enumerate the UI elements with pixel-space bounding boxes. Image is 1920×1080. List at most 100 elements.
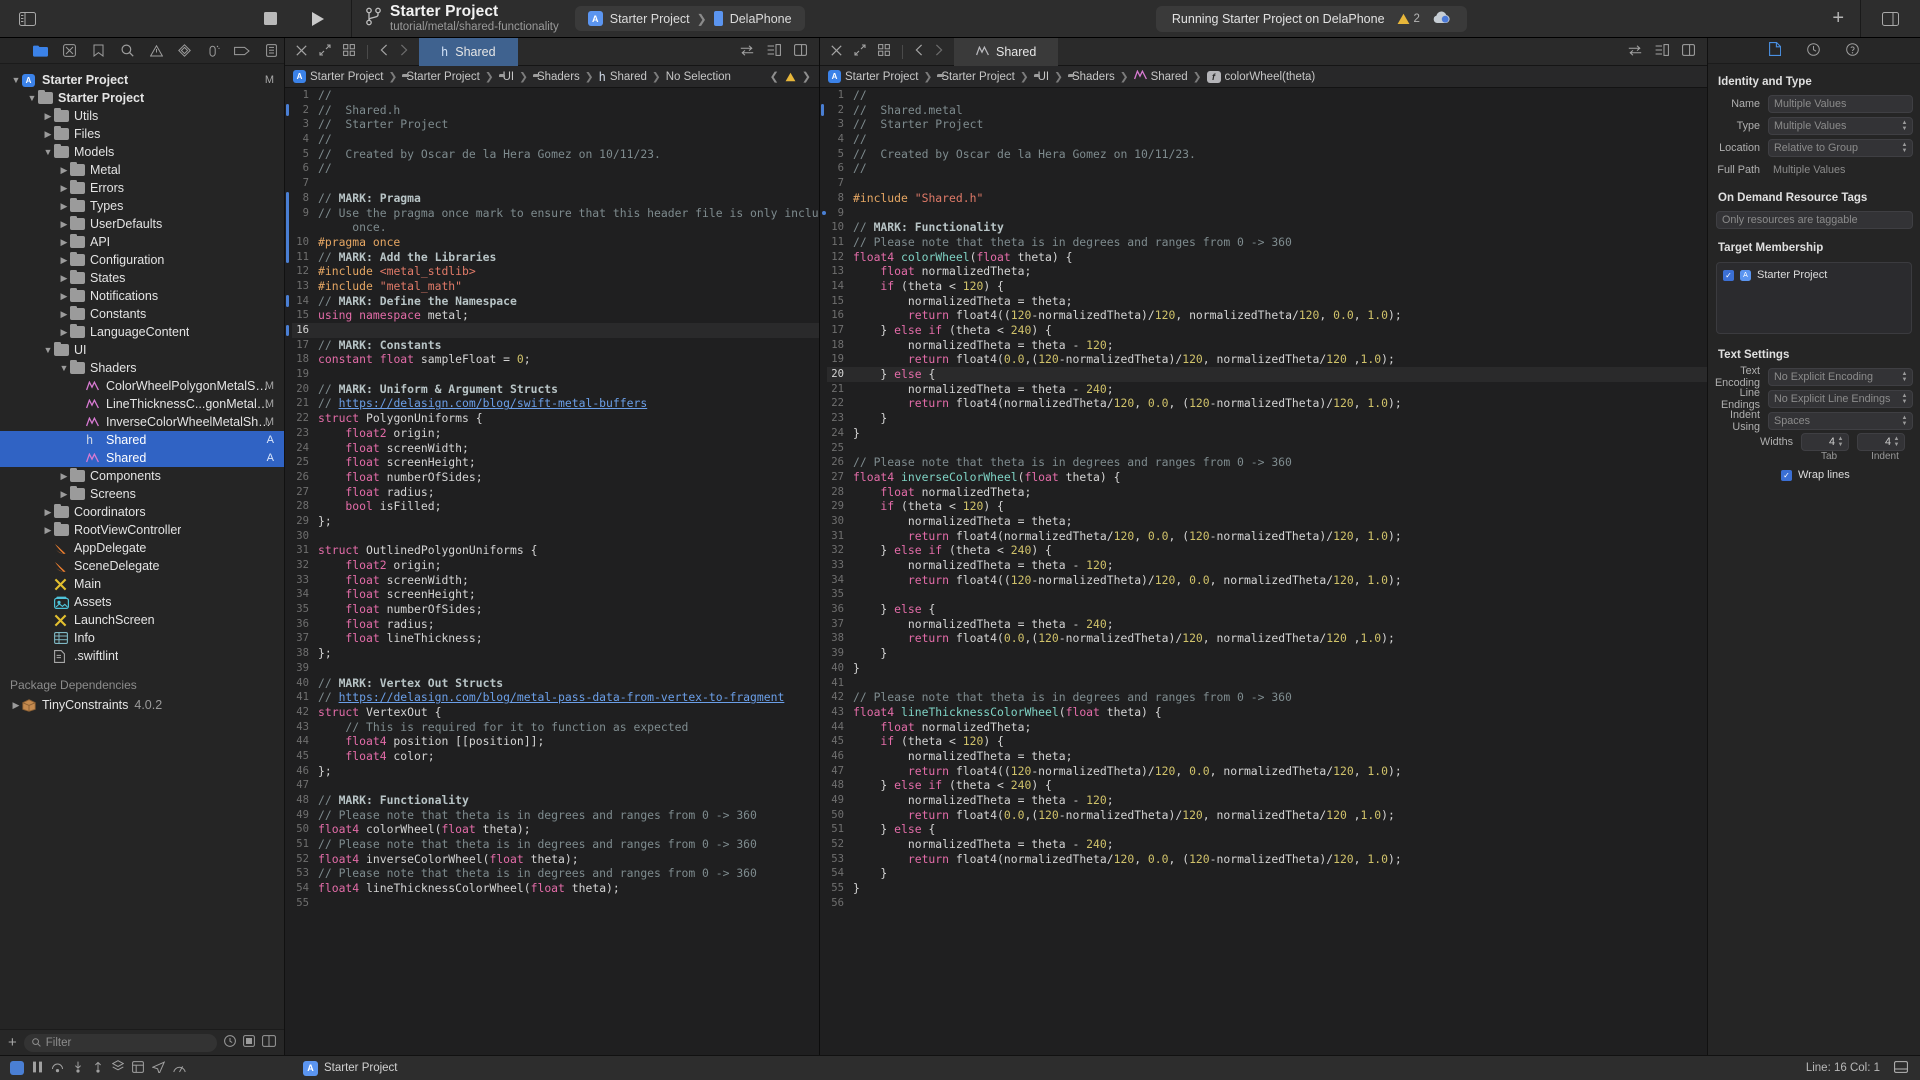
code-line[interactable]: 56	[827, 896, 1707, 911]
warning-indicator[interactable]: 2	[1397, 13, 1420, 25]
tab-width-stepper[interactable]: 4 ▲ ▼	[1801, 433, 1849, 451]
back-button[interactable]	[380, 44, 388, 59]
code-line[interactable]: 10 #pragma once	[292, 235, 819, 250]
inspector-field-location[interactable]: Location Relative to Group ▲ ▼	[1708, 138, 1920, 157]
breadcrumb-item[interactable]: Starter Project	[937, 71, 1015, 83]
code-line[interactable]: 16	[292, 323, 819, 338]
code-line[interactable]: 3 // Starter Project	[827, 117, 1707, 132]
code-line[interactable]: 53 return float4(normalizedTheta/120, 0.…	[827, 852, 1707, 867]
code-line[interactable]: 26 // Please note that theta is in degree…	[827, 455, 1707, 470]
code-line[interactable]: 2 // Shared.h	[292, 103, 819, 118]
code-line[interactable]: 7	[292, 176, 819, 191]
indent-stepper-arrows[interactable]: ▲ ▼	[1891, 435, 1902, 449]
navigator-tab-issues[interactable]	[143, 40, 169, 61]
nav-row-metal[interactable]: ▶ Metal	[0, 161, 284, 179]
breadcrumb-item[interactable]: A Starter Project	[293, 70, 384, 83]
nav-row-colorwheelpolygonmetalshader[interactable]: ColorWheelPolygonMetalShader M	[0, 377, 284, 395]
nav-row-ui[interactable]: ▼ UI	[0, 341, 284, 359]
memory-graph-icon[interactable]	[132, 1060, 144, 1076]
disclosure-closed-icon[interactable]: ▶	[58, 309, 70, 320]
breadcrumb-item[interactable]: Shaders	[533, 71, 580, 83]
disclosure-closed-icon[interactable]: ▶	[58, 327, 70, 338]
nav-row-tinyconstraints[interactable]: ▶ TinyConstraints 4.0.2	[0, 696, 284, 714]
tab-stepper-arrows[interactable]: ▲ ▼	[1835, 435, 1846, 449]
breadcrumb-item[interactable]: UI	[1034, 71, 1050, 83]
code-line[interactable]: 20 } else {	[827, 367, 1707, 382]
code-line[interactable]: 11 // Please note that theta is in degree…	[827, 235, 1707, 250]
nav-row-userdefaults[interactable]: ▶ UserDefaults	[0, 215, 284, 233]
code-line[interactable]: 9	[827, 206, 1707, 221]
code-line[interactable]: 51 // Please note that theta is in degree…	[292, 837, 819, 852]
code-line[interactable]: 11 // MARK: Add the Libraries	[292, 250, 819, 265]
code-line[interactable]: 8 // MARK: Pragma	[292, 191, 819, 206]
code-line[interactable]: 30 normalizedTheta = theta;	[827, 514, 1707, 529]
stop-button[interactable]	[257, 6, 283, 32]
expand-editor-icon[interactable]	[319, 44, 331, 59]
minimap-icon-right[interactable]	[1655, 44, 1669, 59]
code-line[interactable]: 32 float2 origin;	[292, 558, 819, 573]
disclosure-closed-icon[interactable]: ▶	[42, 111, 54, 122]
code-line[interactable]: 7	[827, 176, 1707, 191]
nav-row-inversecolorwheelmetalshader[interactable]: InverseColorWheelMetalShader M	[0, 413, 284, 431]
disclosure-open-icon[interactable]: ▼	[42, 345, 54, 355]
code-line[interactable]: 24 float screenWidth;	[292, 441, 819, 456]
navigator-tab-bookmarks[interactable]	[86, 40, 112, 61]
disclosure-closed-icon[interactable]: ▶	[58, 219, 70, 230]
code-line[interactable]: 50 float4 colorWheel(float theta);	[292, 822, 819, 837]
disclosure-open-icon[interactable]: ▼	[26, 93, 38, 103]
disclosure-closed-icon[interactable]: ▶	[58, 291, 70, 302]
editor-left-tab[interactable]: h Shared	[419, 37, 518, 66]
inspector-tab-history[interactable]	[1807, 42, 1820, 59]
inspector-field-type[interactable]: Type Multiple Values ▲ ▼	[1708, 116, 1920, 135]
code-line[interactable]: 18 constant float sampleFloat = 0;	[292, 352, 819, 367]
gauges-icon[interactable]	[173, 1061, 186, 1076]
debug-console-toggle-icon[interactable]	[1894, 1060, 1908, 1076]
code-line[interactable]: 38 return float4(0.0,(120-normalizedThet…	[827, 631, 1707, 646]
code-line[interactable]: 14 // MARK: Define the Namespace	[292, 294, 819, 309]
code-line[interactable]: 17 // MARK: Constants	[292, 338, 819, 353]
code-line[interactable]: 23 }	[827, 411, 1707, 426]
disclosure-closed-icon[interactable]: ▶	[58, 183, 70, 194]
code-line[interactable]: 5 // Created by Oscar de la Hera Gomez on…	[292, 147, 819, 162]
code-line[interactable]: 53 // Please note that theta is in degree…	[292, 866, 819, 881]
nav-row-main[interactable]: Main	[0, 575, 284, 593]
code-line[interactable]: 21 normalizedTheta = theta - 240;	[827, 382, 1707, 397]
navigator-tab-breakpoints[interactable]	[229, 40, 255, 61]
split-editor-icon[interactable]	[794, 44, 807, 59]
nav-row--swiftlint[interactable]: .swiftlint	[0, 647, 284, 665]
breadcrumb-item[interactable]: f colorWheel(theta)	[1206, 70, 1315, 83]
nav-row-files[interactable]: ▶ Files	[0, 125, 284, 143]
code-line[interactable]: 18 normalizedTheta = theta - 120;	[827, 338, 1707, 353]
code-line[interactable]: 27 float4 inverseColorWheel(float theta) …	[827, 470, 1707, 485]
nav-row-rootviewcontroller[interactable]: ▶ RootViewController	[0, 521, 284, 539]
code-line[interactable]: 40}	[827, 661, 1707, 676]
step-out-icon[interactable]	[92, 1061, 104, 1076]
editor-grid-icon-right[interactable]	[878, 44, 890, 59]
filter-clock-icon[interactable]	[224, 1035, 236, 1050]
editor-right-lines[interactable]: 1 // 2 // Shared.metal 3 // Starter Project 4 /…	[827, 88, 1707, 1055]
code-line[interactable]: 43 float4 lineThicknessColorWheel(float t…	[827, 705, 1707, 720]
code-line[interactable]: 54 }	[827, 866, 1707, 881]
code-line[interactable]: 19	[292, 367, 819, 382]
code-line[interactable]: 1 //	[292, 88, 819, 103]
code-line[interactable]: 39 }	[827, 646, 1707, 661]
code-line[interactable]: 22 return float4(normalizedTheta/120, 0.…	[827, 396, 1707, 411]
nav-row-appdelegate[interactable]: AppDelegate	[0, 539, 284, 557]
code-line[interactable]: 49 normalizedTheta = theta - 120;	[827, 793, 1707, 808]
editor-left-breadcrumb[interactable]: A Starter Project ❯ Starter Project ❯ UI ❯ Shad…	[285, 66, 819, 88]
code-line[interactable]: 23 float2 origin;	[292, 426, 819, 441]
code-line[interactable]: 46 normalizedTheta = theta;	[827, 749, 1707, 764]
nav-row-types[interactable]: ▶ Types	[0, 197, 284, 215]
code-line[interactable]: 13 #include "metal_math"	[292, 279, 819, 294]
code-line[interactable]: 4 //	[292, 132, 819, 147]
nav-row-shaders[interactable]: ▼ Shaders	[0, 359, 284, 377]
code-line[interactable]: 6 //	[827, 161, 1707, 176]
disclosure-closed-icon[interactable]: ▶	[58, 273, 70, 284]
nav-row-starter-project[interactable]: ▼ A Starter Project M	[0, 71, 284, 89]
indent-width-stepper[interactable]: 4 ▲ ▼	[1857, 433, 1905, 451]
inspector-tab-help[interactable]	[1846, 42, 1859, 59]
code-line[interactable]: 35 float numberOfSides;	[292, 602, 819, 617]
code-line[interactable]: 48 // MARK: Functionality	[292, 793, 819, 808]
inspector-field-stepper[interactable]: ▲ ▼	[1899, 141, 1910, 155]
code-line[interactable]: 5 // Created by Oscar de la Hera Gomez on…	[827, 147, 1707, 162]
